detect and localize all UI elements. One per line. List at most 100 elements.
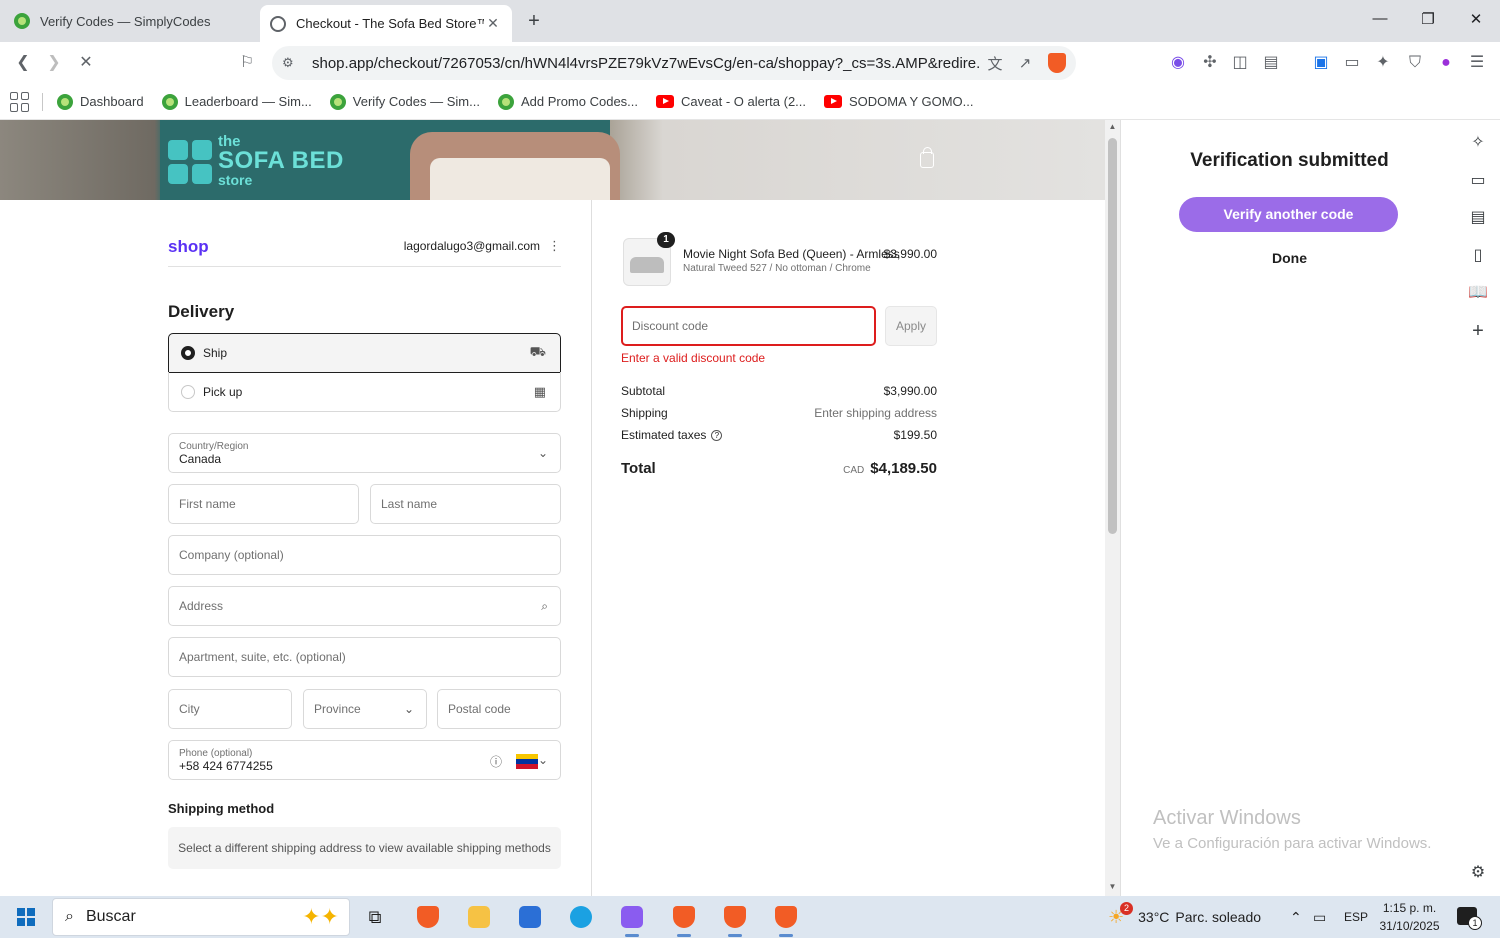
cart-icon[interactable]	[920, 147, 934, 168]
tab-verify-codes[interactable]: Verify Codes — SimplyCodes	[4, 5, 256, 37]
apply-button[interactable]: Apply	[885, 306, 937, 346]
bookmark-label: Dashboard	[80, 94, 144, 109]
info-icon[interactable]: ?	[711, 430, 723, 442]
leo-ai-icon[interactable]: ✧	[1467, 132, 1489, 154]
vpn-icon[interactable]: ⛉	[1403, 51, 1427, 75]
city-field[interactable]: City	[168, 689, 292, 729]
verify-another-code-button[interactable]: Verify another code	[1179, 197, 1398, 232]
brave-browser-icon[interactable]	[412, 901, 444, 933]
weather-badge: 2	[1120, 902, 1133, 915]
microsoft-store-icon[interactable]	[514, 901, 546, 933]
store-banner: the SOFA BED store	[0, 120, 1105, 200]
brave-window-icon[interactable]	[668, 901, 700, 937]
reader-mode-icon[interactable]: ▤	[1259, 51, 1283, 75]
close-tab-icon[interactable]: ✕	[484, 15, 502, 32]
new-tab-button[interactable]: +	[522, 9, 546, 33]
pickup-radio[interactable]	[181, 384, 195, 399]
bookmark-add-promo-codes[interactable]: Add Promo Codes...	[497, 93, 638, 110]
sidebar-toggle-icon[interactable]: ▣	[1309, 51, 1333, 75]
bookmarks-bar: Dashboard Leaderboard — Sim... Verify Co…	[0, 84, 1500, 120]
scroll-down-arrow-icon[interactable]: ▼	[1107, 882, 1118, 891]
subtotal-label: Subtotal	[621, 384, 666, 398]
last-name-placeholder: Last name	[381, 497, 438, 511]
network-icon[interactable]: ▭	[1313, 896, 1326, 938]
profile-icon[interactable]: ●	[1434, 51, 1458, 75]
delivery-option-pickup[interactable]: Pick up ▦	[168, 372, 561, 412]
address-placeholder: Address	[179, 599, 224, 613]
address-bar[interactable]: ⚙ shop.app/checkout/7267053/cn/hWN4l4vrs…	[272, 46, 1076, 80]
venezuela-flag-icon[interactable]	[516, 754, 538, 769]
taskbar-search[interactable]: ⌕ Buscar ✦✦	[52, 898, 350, 936]
file-explorer-icon[interactable]	[463, 901, 495, 933]
task-view-icon[interactable]: ⧉	[359, 901, 391, 933]
shipping-row: Shipping Enter shipping address	[621, 406, 937, 420]
wallet-icon[interactable]: ▤	[1467, 207, 1489, 229]
media-icon[interactable]: ▭	[1467, 170, 1489, 192]
phone-field[interactable]: Phone (optional) +58 424 6774255 ⓘ ⌄	[168, 740, 561, 780]
minimize-button[interactable]: —	[1368, 10, 1392, 32]
windows-start-icon[interactable]	[17, 908, 35, 926]
clock[interactable]: 1:15 p. m. 31/10/2025	[1372, 899, 1447, 935]
url-text[interactable]: shop.app/checkout/7267053/cn/hWN4l4vrsPZ…	[312, 55, 980, 72]
ship-radio[interactable]	[181, 346, 195, 360]
checkout-page: the SOFA BED store shop lagordalugo3@gma…	[0, 120, 1105, 896]
weather-widget[interactable]: ☀ 2 33°C Parc. soleado	[1108, 896, 1261, 938]
last-name-field[interactable]: Last name	[370, 484, 561, 524]
first-name-field[interactable]: First name	[168, 484, 359, 524]
brave-shield-icon[interactable]	[1048, 53, 1066, 73]
reading-list-icon[interactable]: 📖	[1467, 282, 1489, 304]
shipping-method-title: Shipping method	[168, 801, 275, 816]
extensions-icon[interactable]: ✣	[1198, 51, 1222, 75]
share-icon[interactable]: ↗	[1010, 54, 1040, 72]
bookmark-leaderboard[interactable]: Leaderboard — Sim...	[161, 93, 312, 110]
delivery-option-ship[interactable]: Ship ⛟	[168, 333, 561, 373]
menu-icon[interactable]: ☰	[1465, 51, 1489, 75]
add-panel-icon[interactable]: +	[1467, 320, 1489, 342]
bookmark-caveat[interactable]: Caveat - O alerta (2...	[656, 94, 806, 109]
address-field[interactable]: Address ⌕	[168, 586, 561, 626]
stop-loading-button[interactable]: ✕	[74, 51, 98, 75]
restore-button[interactable]: ❐	[1416, 10, 1440, 32]
settings-icon[interactable]: ⚙	[1467, 862, 1489, 884]
scroll-thumb[interactable]	[1108, 138, 1117, 534]
tab-checkout[interactable]: Checkout - The Sofa Bed Store™ ✕	[260, 5, 512, 42]
bookmark-dashboard[interactable]: Dashboard	[57, 93, 144, 110]
simplycodes-extension-icon[interactable]: ◉	[1166, 51, 1190, 75]
bookmark-verify-codes[interactable]: Verify Codes — Sim...	[329, 93, 480, 110]
more-options-icon[interactable]: ⋮	[548, 238, 561, 254]
leo-ai-icon[interactable]: ✦	[1371, 51, 1395, 75]
apartment-field[interactable]: Apartment, suite, etc. (optional)	[168, 637, 561, 677]
page-scrollbar[interactable]: ▲ ▼	[1105, 120, 1120, 896]
close-window-button[interactable]: ✕	[1464, 10, 1488, 32]
country-select[interactable]: Country/Region Canada ⌄	[168, 433, 561, 473]
chevron-down-icon: ⌄	[537, 446, 548, 460]
app-icon[interactable]	[616, 901, 648, 937]
discount-code-input[interactable]: Discount code	[621, 306, 876, 346]
search-placeholder: Buscar	[85, 908, 136, 925]
postal-code-field[interactable]: Postal code	[437, 689, 561, 729]
edge-icon[interactable]	[565, 901, 597, 933]
sidebar-rail: ✧ ▭ ▤ ▯ 📖 + ⚙	[1457, 120, 1500, 896]
scroll-up-arrow-icon[interactable]: ▲	[1107, 122, 1118, 131]
company-field[interactable]: Company (optional)	[168, 535, 561, 575]
weather-temp: 33°C	[1138, 909, 1170, 925]
translate-icon[interactable]: 文	[980, 53, 1010, 74]
site-info-icon[interactable]: ⚙	[282, 55, 302, 71]
back-button[interactable]: ❮	[11, 51, 35, 75]
apps-icon[interactable]	[10, 91, 30, 112]
brave-window-icon[interactable]	[719, 901, 751, 937]
brave-window-icon[interactable]	[770, 901, 802, 937]
split-view-icon[interactable]: ◫	[1228, 51, 1252, 75]
wallet-icon[interactable]: ▭	[1340, 51, 1364, 75]
done-button[interactable]: Done	[1121, 250, 1458, 266]
option-label: Pick up	[203, 384, 243, 399]
bookmark-icon[interactable]: ⚐	[235, 51, 259, 75]
tray-chevron-icon[interactable]: ⌃	[1290, 896, 1302, 938]
account-info[interactable]: lagordalugo3@gmail.com ⋮	[404, 238, 561, 254]
bookmark-sodoma[interactable]: SODOMA Y GOMO...	[824, 94, 974, 109]
help-icon[interactable]: ⓘ	[490, 753, 502, 770]
bookmarks-icon[interactable]: ▯	[1467, 245, 1489, 267]
forward-button[interactable]: ❯	[42, 51, 66, 75]
province-select[interactable]: Province ⌄	[303, 689, 427, 729]
language-indicator[interactable]: ESP	[1344, 896, 1368, 938]
